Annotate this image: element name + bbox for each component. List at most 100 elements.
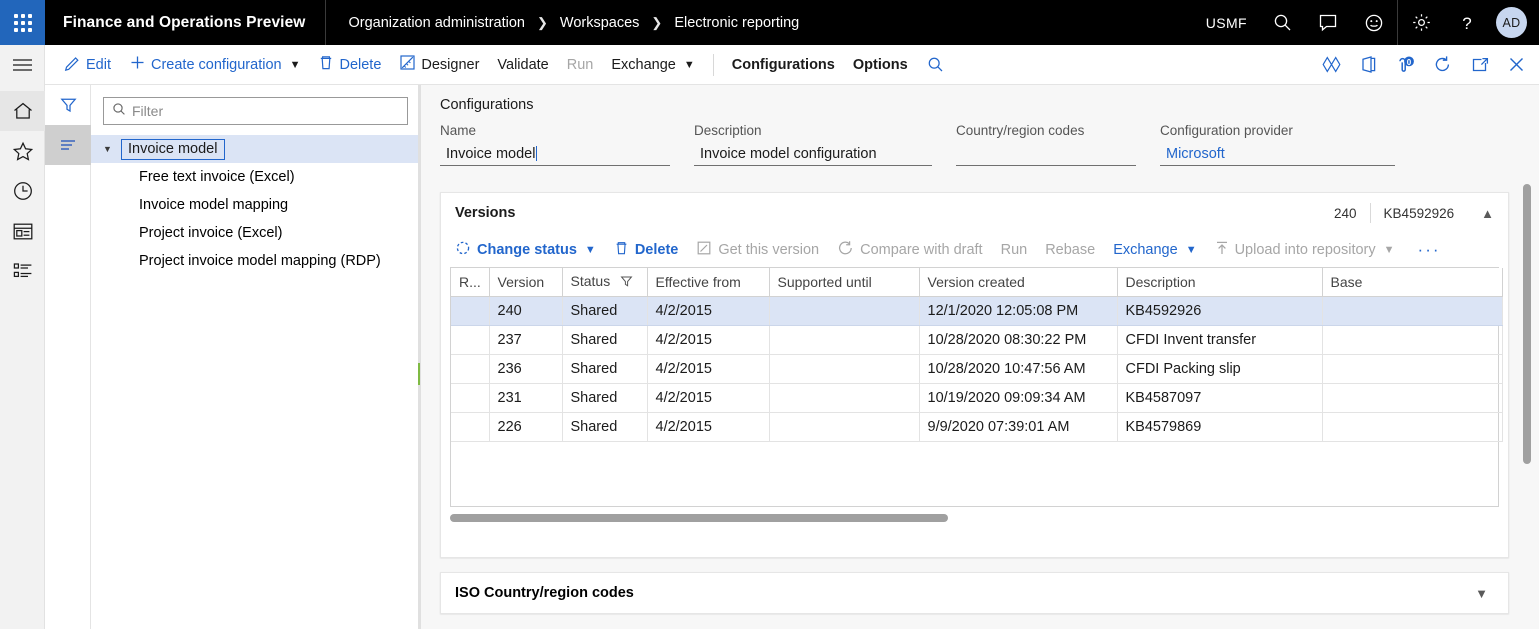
delete-button[interactable]: Delete bbox=[309, 45, 390, 85]
cell-description[interactable]: KB4592926 bbox=[1117, 296, 1322, 325]
change-status-button[interactable]: Change status ▼ bbox=[446, 233, 605, 267]
settings-gear-icon[interactable] bbox=[1398, 0, 1444, 45]
tree-node-invoice-model[interactable]: ▼ Invoice model bbox=[91, 135, 420, 163]
configuration-provider-field[interactable]: Microsoft bbox=[1160, 142, 1395, 166]
list-view-icon[interactable] bbox=[45, 125, 91, 165]
country-region-codes-field[interactable] bbox=[956, 142, 1136, 166]
breadcrumb-item-workspaces[interactable]: Workspaces bbox=[560, 15, 640, 31]
table-row[interactable]: 226 Shared 4/2/2015 9/9/2020 07:39:01 AM… bbox=[451, 412, 1502, 441]
column-header-status[interactable]: Status bbox=[562, 268, 647, 296]
modules-list-icon[interactable] bbox=[0, 251, 45, 291]
cell-version[interactable]: 236 bbox=[489, 354, 562, 383]
table-row[interactable]: 237 Shared 4/2/2015 10/28/2020 08:30:22 … bbox=[451, 325, 1502, 354]
home-icon[interactable] bbox=[0, 91, 45, 131]
cell-base[interactable] bbox=[1322, 412, 1502, 441]
iso-section-header[interactable]: ISO Country/region codes ▼ bbox=[441, 573, 1508, 613]
create-configuration-button[interactable]: Create configuration ▼ bbox=[120, 45, 309, 85]
cell-description[interactable]: CFDI Invent transfer bbox=[1117, 325, 1322, 354]
column-header-description[interactable]: Description bbox=[1117, 268, 1322, 296]
column-header-effective-from[interactable]: Effective from bbox=[647, 268, 769, 296]
cell-supported-until[interactable] bbox=[769, 383, 919, 412]
cell-effective-from[interactable]: 4/2/2015 bbox=[647, 296, 769, 325]
cell-version[interactable]: 240 bbox=[489, 296, 562, 325]
chevron-down-icon[interactable]: ▼ bbox=[1475, 586, 1494, 601]
column-header-supported-until[interactable]: Supported until bbox=[769, 268, 919, 296]
tree-node-project-invoice-excel[interactable]: Project invoice (Excel) bbox=[91, 219, 420, 247]
open-in-new-window-icon[interactable] bbox=[1461, 45, 1498, 85]
chevron-up-icon[interactable]: ▲ bbox=[1467, 206, 1498, 221]
hamburger-menu-icon[interactable] bbox=[0, 45, 45, 85]
cell-status[interactable]: Shared bbox=[562, 325, 647, 354]
tab-options[interactable]: Options bbox=[844, 45, 917, 85]
grid-horizontal-scrollbar[interactable] bbox=[441, 507, 1508, 529]
column-header-version[interactable]: Version bbox=[489, 268, 562, 296]
workspaces-icon[interactable] bbox=[0, 211, 45, 251]
cell-version[interactable]: 231 bbox=[489, 383, 562, 412]
cell-description[interactable]: KB4587097 bbox=[1117, 383, 1322, 412]
cell-status[interactable]: Shared bbox=[562, 383, 647, 412]
tree-node-free-text-invoice-excel[interactable]: Free text invoice (Excel) bbox=[91, 163, 420, 191]
cell-supported-until[interactable] bbox=[769, 354, 919, 383]
content-vertical-scrollbar-thumb[interactable] bbox=[1523, 184, 1531, 464]
attachments-icon[interactable]: 0 bbox=[1387, 45, 1424, 85]
table-row[interactable]: 236 Shared 4/2/2015 10/28/2020 10:47:56 … bbox=[451, 354, 1502, 383]
cell-status[interactable]: Shared bbox=[562, 296, 647, 325]
cell-version-created[interactable]: 9/9/2020 07:39:01 AM bbox=[919, 412, 1117, 441]
close-icon[interactable] bbox=[1498, 45, 1535, 85]
cell-status[interactable]: Shared bbox=[562, 354, 647, 383]
versions-delete-button[interactable]: Delete bbox=[605, 233, 688, 267]
table-row[interactable]: 240 Shared 4/2/2015 12/1/2020 12:05:08 P… bbox=[451, 296, 1502, 325]
cell-description[interactable]: CFDI Packing slip bbox=[1117, 354, 1322, 383]
column-header-version-created[interactable]: Version created bbox=[919, 268, 1117, 296]
name-field[interactable]: Invoice model bbox=[440, 142, 670, 166]
cell-version-created[interactable]: 10/19/2020 09:09:34 AM bbox=[919, 383, 1117, 412]
cell-effective-from[interactable]: 4/2/2015 bbox=[647, 383, 769, 412]
open-in-office-icon[interactable] bbox=[1350, 45, 1387, 85]
column-header-record[interactable]: R... bbox=[451, 268, 489, 296]
edit-button[interactable]: Edit bbox=[55, 45, 120, 85]
column-header-base[interactable]: Base bbox=[1322, 268, 1502, 296]
favorites-star-icon[interactable] bbox=[0, 131, 45, 171]
cell-version-created[interactable]: 12/1/2020 12:05:08 PM bbox=[919, 296, 1117, 325]
recent-clock-icon[interactable] bbox=[0, 171, 45, 211]
company-label[interactable]: USMF bbox=[1194, 15, 1259, 31]
cell-base[interactable] bbox=[1322, 325, 1502, 354]
cell-supported-until[interactable] bbox=[769, 325, 919, 354]
refresh-icon[interactable] bbox=[1424, 45, 1461, 85]
cell-effective-from[interactable]: 4/2/2015 bbox=[647, 354, 769, 383]
cell-effective-from[interactable]: 4/2/2015 bbox=[647, 412, 769, 441]
cell-version[interactable]: 237 bbox=[489, 325, 562, 354]
cell-effective-from[interactable]: 4/2/2015 bbox=[647, 325, 769, 354]
breadcrumb-item-electronic-reporting[interactable]: Electronic reporting bbox=[674, 15, 799, 31]
breadcrumb-item-organization-administration[interactable]: Organization administration bbox=[348, 15, 525, 31]
filter-funnel-icon[interactable] bbox=[620, 275, 633, 291]
filter-input[interactable] bbox=[132, 103, 399, 119]
cell-supported-until[interactable] bbox=[769, 296, 919, 325]
cell-base[interactable] bbox=[1322, 354, 1502, 383]
cell-version[interactable]: 226 bbox=[489, 412, 562, 441]
tree-node-invoice-model-mapping[interactable]: Invoice model mapping bbox=[91, 191, 420, 219]
message-icon[interactable] bbox=[1305, 0, 1351, 45]
validate-button[interactable]: Validate bbox=[488, 45, 557, 85]
tree-node-project-invoice-model-mapping-rdp[interactable]: Project invoice model mapping (RDP) bbox=[91, 247, 420, 275]
description-field[interactable]: Invoice model configuration bbox=[694, 142, 932, 166]
versions-exchange-button[interactable]: Exchange ▼ bbox=[1104, 233, 1205, 267]
expand-collapse-caret-icon[interactable]: ▼ bbox=[103, 144, 121, 154]
versions-section-header[interactable]: Versions 240 KB4592926 ▲ bbox=[441, 193, 1508, 233]
designer-button[interactable]: Designer bbox=[390, 45, 488, 85]
cell-version-created[interactable]: 10/28/2020 08:30:22 PM bbox=[919, 325, 1117, 354]
waffle-icon[interactable] bbox=[0, 0, 45, 45]
table-row[interactable]: 231 Shared 4/2/2015 10/19/2020 09:09:34 … bbox=[451, 383, 1502, 412]
cell-description[interactable]: KB4579869 bbox=[1117, 412, 1322, 441]
content-vertical-scrollbar[interactable] bbox=[1523, 85, 1531, 629]
cell-base[interactable] bbox=[1322, 383, 1502, 412]
search-icon[interactable] bbox=[1259, 0, 1305, 45]
cell-version-created[interactable]: 10/28/2020 10:47:56 AM bbox=[919, 354, 1117, 383]
avatar[interactable]: AD bbox=[1496, 7, 1527, 38]
personalize-diamond-icon[interactable] bbox=[1313, 45, 1350, 85]
tab-configurations[interactable]: Configurations bbox=[723, 45, 844, 85]
grid-horizontal-scrollbar-thumb[interactable] bbox=[450, 514, 948, 522]
exchange-button[interactable]: Exchange ▼ bbox=[602, 45, 703, 85]
search-icon[interactable] bbox=[917, 45, 954, 85]
feedback-smiley-icon[interactable] bbox=[1351, 0, 1397, 45]
